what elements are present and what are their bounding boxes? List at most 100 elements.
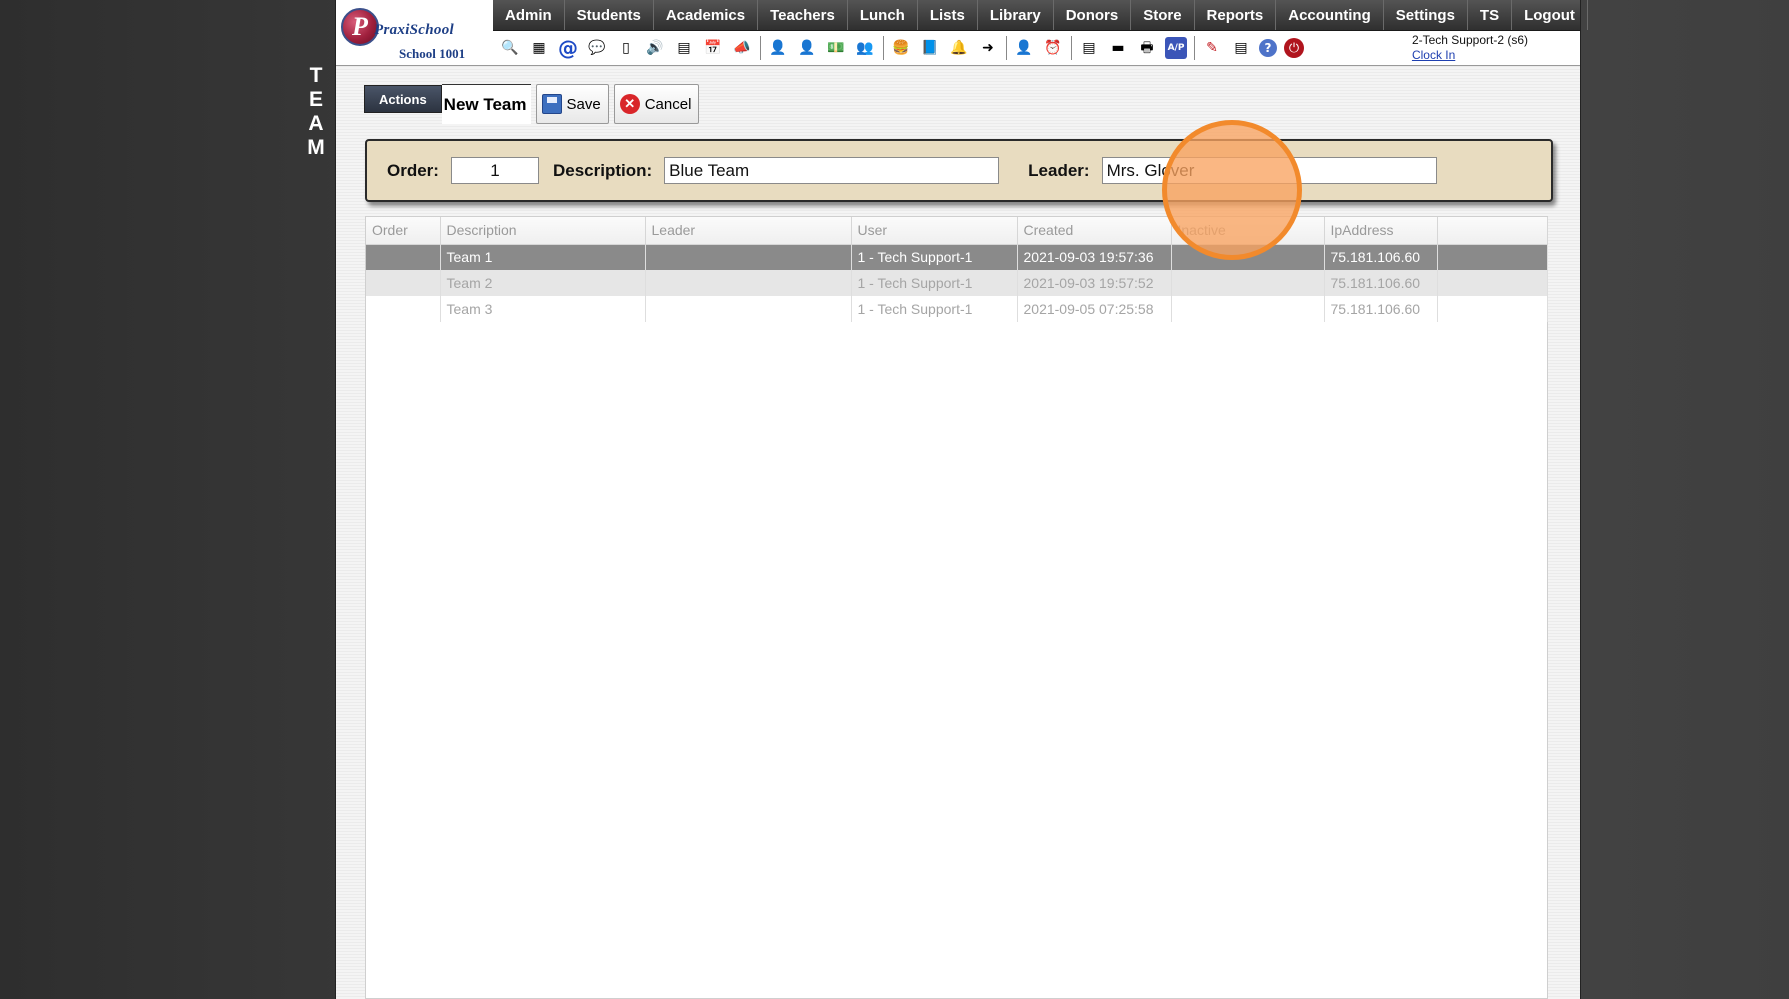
page-side-title: T E A M <box>303 64 329 160</box>
main-menu: Admin Students Academics Teachers Lunch Lists… <box>493 0 1588 31</box>
teams-grid: Order Description Leader User Created Inactiv… <box>365 216 1548 999</box>
column-header[interactable]: Created <box>1017 217 1172 245</box>
table-cell: 2021-09-03 19:57:36 <box>1017 244 1172 270</box>
menu-item-academics[interactable]: Academics <box>654 0 759 30</box>
description-input[interactable] <box>664 157 1000 184</box>
cash-icon[interactable]: ▤ <box>1230 37 1252 59</box>
lunch-icon[interactable]: 🍔 <box>890 37 912 59</box>
table-cell: 2021-09-05 07:25:58 <box>1017 296 1172 322</box>
side-title-letter: M <box>307 136 325 159</box>
table-cell: Team 1 <box>440 244 646 270</box>
printer-icon[interactable]: 🖶 <box>1136 37 1158 59</box>
actions-bar: Actions New Team Save ✕ Cancel <box>364 84 700 126</box>
family-icon[interactable]: 👥 <box>854 37 876 59</box>
menu-item-donors[interactable]: Donors <box>1054 0 1132 30</box>
table-cell <box>366 296 441 322</box>
grid-body: Team 1 1 - Tech Support-1 2021-09-03 19:57… <box>366 244 1548 322</box>
power-icon[interactable]: ⏻ <box>1284 38 1304 58</box>
clock-icon[interactable]: ⏰ <box>1042 37 1064 59</box>
export-icon[interactable]: ➜ <box>977 37 999 59</box>
table-cell: 2021-09-03 19:57:52 <box>1017 270 1172 296</box>
menu-item-students[interactable]: Students <box>565 0 654 30</box>
student-icon[interactable]: 👤 <box>796 37 818 59</box>
order-input[interactable] <box>450 157 539 184</box>
student-add-icon[interactable]: 👤 <box>767 37 789 59</box>
table-cell <box>1437 296 1548 322</box>
ap-icon[interactable]: A/P <box>1165 37 1187 59</box>
app-window: P PraxiSchool School 1001 Admin Students A… <box>335 0 1588 999</box>
column-header[interactable]: Order <box>366 217 441 245</box>
table-row[interactable]: Team 3 1 - Tech Support-1 2021-09-05 07:25… <box>366 296 1548 322</box>
email-icon[interactable]: @ <box>557 37 579 59</box>
menu-item-settings[interactable]: Settings <box>1384 0 1468 30</box>
side-title-letter: T <box>309 64 323 87</box>
table-row[interactable]: Team 1 1 - Tech Support-1 2021-09-03 19:57… <box>366 244 1548 270</box>
column-header[interactable] <box>1437 217 1548 245</box>
toolbar-separator <box>1194 36 1195 60</box>
menu-item-library[interactable]: Library <box>978 0 1054 30</box>
praxischool-logo[interactable]: P PraxiSchool School 1001 <box>336 0 493 66</box>
chat-icon[interactable]: 💬 <box>586 37 608 59</box>
icon-toolbar: 🔍 ▦ @ 💬 ▯ 🔊 ▤ 📅 📣 👤 👤 💵 👥 🍔 📘 🔔 ➜ 👤 ⏰ ▤ ▬ 🖶 A/P ✎ ▤? ⏻ 2-Tech Sup… <box>493 31 1580 66</box>
help-icon[interactable]: ? <box>1259 39 1277 57</box>
cancel-button-label: Cancel <box>644 95 692 113</box>
table-row[interactable]: Team 2 1 - Tech Support-1 2021-09-03 19:57… <box>366 270 1548 296</box>
search-icon[interactable]: 🔍 <box>499 37 521 59</box>
table-cell: 1 - Tech Support-1 <box>851 270 1018 296</box>
staff-icon[interactable]: 👤 <box>1013 37 1035 59</box>
save-icon <box>541 94 562 114</box>
toolbar-separator <box>1006 36 1007 60</box>
column-header[interactable]: Description <box>440 217 646 245</box>
side-title-letter: A <box>308 112 324 135</box>
table-cell <box>645 296 852 322</box>
column-header[interactable]: Inactive <box>1171 217 1325 245</box>
menu-item-accounting[interactable]: Accounting <box>1276 0 1384 30</box>
cancel-button[interactable]: ✕ Cancel <box>613 84 700 124</box>
logo-brand: PraxiSchool <box>374 22 454 38</box>
menu-item-teachers[interactable]: Teachers <box>758 0 848 30</box>
money-icon[interactable]: 💵 <box>825 37 847 59</box>
card-icon[interactable]: ▬ <box>1107 37 1129 59</box>
book-icon[interactable]: 📘 <box>919 37 941 59</box>
pdf-icon[interactable]: ✎ <box>1201 37 1223 59</box>
calendar-icon[interactable]: 📅 <box>702 37 724 59</box>
leader-label: Leader: <box>1028 160 1090 180</box>
clock-in-link[interactable]: Clock In <box>1412 48 1528 62</box>
bell-icon[interactable]: 🔔 <box>948 37 970 59</box>
menu-item-admin[interactable]: Admin <box>493 0 565 30</box>
table-cell <box>1437 270 1548 296</box>
speaker-icon[interactable]: 🔊 <box>644 37 666 59</box>
menu-item-logout[interactable]: Logout <box>1512 0 1588 30</box>
user-info: 2-Tech Support-2 (s6) Clock In <box>1412 33 1528 62</box>
menu-item-reports[interactable]: Reports <box>1195 0 1277 30</box>
table-cell <box>1171 270 1325 296</box>
actions-button[interactable]: Actions <box>364 85 442 113</box>
column-header[interactable]: Leader <box>645 217 852 245</box>
grid-icon[interactable]: ▦ <box>528 37 550 59</box>
table-cell <box>366 270 441 296</box>
menu-item-ts[interactable]: TS <box>1468 0 1513 30</box>
table-cell <box>1171 244 1325 270</box>
column-header[interactable]: IpAddress <box>1324 217 1438 245</box>
menu-item-lunch[interactable]: Lunch <box>848 0 918 30</box>
table-cell: 75.181.106.60 <box>1324 244 1438 270</box>
column-header[interactable]: User <box>851 217 1018 245</box>
leader-input[interactable] <box>1101 157 1437 184</box>
table-cell <box>1437 244 1548 270</box>
user-name: 2-Tech Support-2 (s6) <box>1411 33 1528 47</box>
team-edit-panel: Order: Description: Leader: <box>365 139 1553 202</box>
toolbar-separator <box>883 36 884 60</box>
form-title: New Team <box>441 84 531 124</box>
phone-icon[interactable]: ▯ <box>615 37 637 59</box>
side-title-letter: E <box>308 88 323 111</box>
megaphone-icon[interactable]: 📣 <box>731 37 753 59</box>
save-button[interactable]: Save <box>535 84 609 124</box>
table-cell: 75.181.106.60 <box>1324 270 1438 296</box>
table-cell: 75.181.106.60 <box>1324 296 1438 322</box>
menu-item-lists[interactable]: Lists <box>918 0 978 30</box>
menu-item-store[interactable]: Store <box>1131 0 1195 30</box>
document-icon[interactable]: ▤ <box>1078 37 1100 59</box>
table-cell <box>366 244 441 270</box>
toolbar-separator <box>760 36 761 60</box>
report-icon[interactable]: ▤ <box>673 37 695 59</box>
